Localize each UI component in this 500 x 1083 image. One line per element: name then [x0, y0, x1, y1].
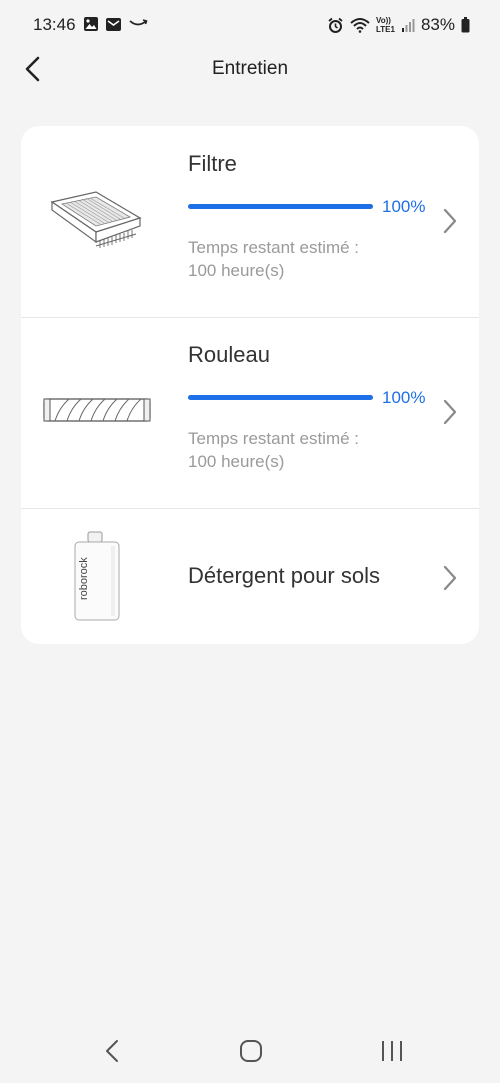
- list-item-detergent[interactable]: roborock Détergent pour sols: [21, 508, 479, 644]
- remaining-time: Temps restant estimé : 100 heure(s): [188, 236, 359, 282]
- item-name: Détergent pour sols: [188, 563, 380, 588]
- back-nav-icon: [106, 1040, 118, 1062]
- chevron-right-icon: [443, 565, 457, 591]
- nav-recents-button[interactable]: [377, 1036, 407, 1066]
- life-percent: 100%: [382, 388, 426, 407]
- gallery-icon: [84, 17, 98, 31]
- life-progress-bar: [188, 395, 373, 400]
- filter-icon: [50, 191, 142, 248]
- life-progress-bar: [188, 204, 373, 209]
- remaining-time: Temps restant estimé : 100 heure(s): [188, 427, 359, 473]
- volte-label-bottom: LTE1: [376, 25, 395, 34]
- volte-label-top: Vo)): [376, 16, 391, 25]
- nav-home-button[interactable]: [236, 1036, 266, 1066]
- notification-icons: [83, 16, 148, 32]
- page-title: Entretien: [211, 58, 289, 79]
- nav-back-button[interactable]: [98, 1036, 128, 1066]
- life-progress-fill: [188, 395, 373, 400]
- volte-icon: Vo)) LTE1: [376, 16, 395, 34]
- system-status-icons: Vo)) LTE1 83%: [327, 15, 470, 35]
- battery-percent: 83%: [420, 15, 455, 34]
- list-item-filter[interactable]: Filtre 100% Temps restant estimé : 100 h…: [21, 126, 479, 318]
- remaining-label: Temps restant estimé :: [188, 238, 360, 257]
- mail-icon: [106, 17, 121, 31]
- amazon-icon: [129, 19, 148, 26]
- item-name: Rouleau: [188, 342, 270, 367]
- maintenance-list: Filtre 100% Temps restant estimé : 100 h…: [21, 126, 479, 644]
- status-bar: 13:46 Vo)) LTE1 83%: [0, 0, 500, 50]
- home-nav-icon: [240, 1040, 262, 1062]
- status-time: 13:46: [33, 15, 76, 34]
- remaining-value: 100 heure(s): [188, 452, 285, 471]
- chevron-right-icon: [443, 399, 457, 425]
- signal-icon: [401, 18, 415, 32]
- app-header: Entretien: [0, 50, 500, 90]
- bottle-brand-label: roborock: [78, 557, 90, 600]
- battery-icon: [461, 17, 470, 33]
- chevron-right-icon: [443, 208, 457, 234]
- life-percent: 100%: [382, 197, 426, 216]
- list-item-roller[interactable]: Rouleau 100% Temps restant estimé : 100 …: [21, 317, 479, 509]
- life-progress-fill: [188, 204, 373, 209]
- remaining-value: 100 heure(s): [188, 261, 285, 280]
- system-nav-bar: [0, 1020, 500, 1080]
- roller-icon: [43, 398, 151, 422]
- wifi-icon: [350, 18, 370, 33]
- remaining-label: Temps restant estimé :: [188, 429, 360, 448]
- recents-nav-icon: [382, 1041, 402, 1061]
- alarm-icon: [328, 17, 343, 33]
- detergent-bottle-icon: roborock: [74, 531, 120, 621]
- item-name: Filtre: [188, 151, 237, 176]
